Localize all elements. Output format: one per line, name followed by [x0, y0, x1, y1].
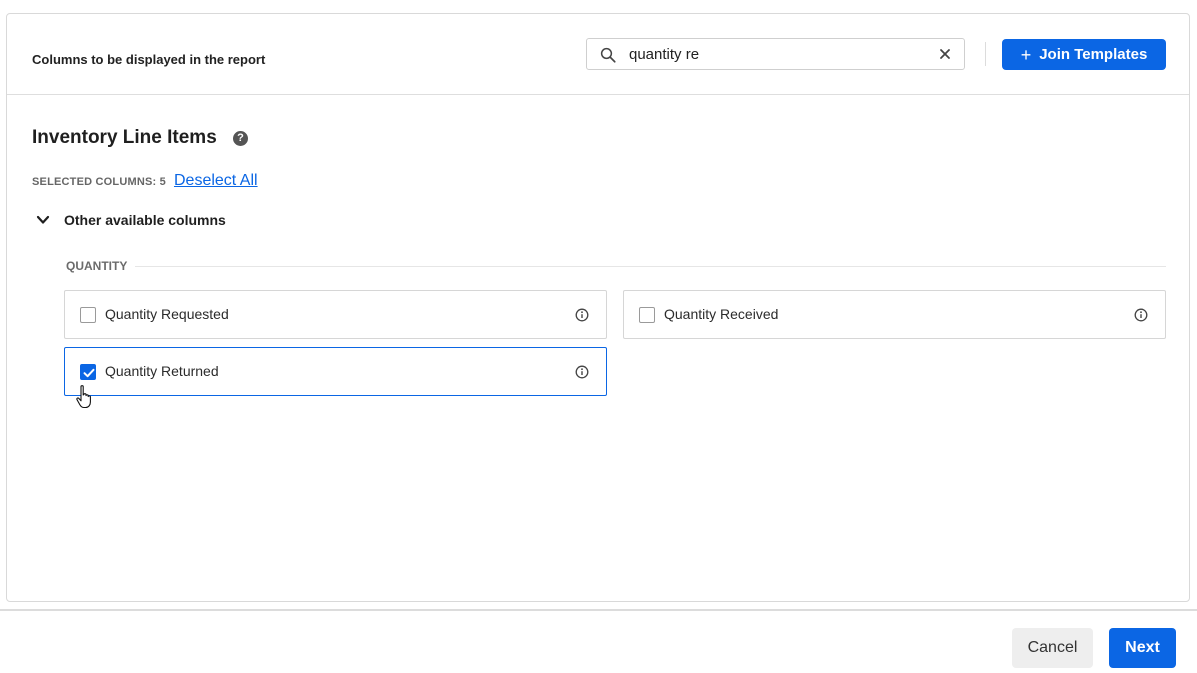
column-option-label: Quantity Returned [105, 363, 219, 379]
group-label: QUANTITY [66, 259, 136, 273]
info-icon[interactable] [1134, 308, 1148, 322]
expander-label: Other available columns [64, 212, 226, 228]
selected-columns-row: SELECTED COLUMNS: 5 Deselect All [32, 172, 258, 190]
checkbox-checked[interactable] [80, 364, 96, 380]
column-option-quantity-requested[interactable]: Quantity Requested [64, 290, 607, 339]
footer-bar: Cancel Next [0, 609, 1197, 673]
help-icon[interactable]: ? [233, 131, 248, 146]
next-button[interactable]: Next [1109, 628, 1176, 668]
column-option-quantity-received[interactable]: Quantity Received [623, 290, 1166, 339]
panel-header: Columns to be displayed in the report + … [7, 14, 1189, 95]
close-icon[interactable] [938, 47, 952, 61]
info-icon[interactable] [575, 365, 589, 379]
checkbox[interactable] [639, 307, 655, 323]
section-title: Inventory Line Items [32, 127, 217, 148]
search-box[interactable] [586, 38, 965, 70]
cancel-button[interactable]: Cancel [1012, 628, 1093, 668]
header-title: Columns to be displayed in the report [32, 52, 266, 67]
column-option-quantity-returned[interactable]: Quantity Returned [64, 347, 607, 396]
search-input[interactable] [629, 43, 929, 65]
join-templates-button[interactable]: + Join Templates [1002, 39, 1166, 70]
group-header: QUANTITY [66, 259, 1166, 273]
search-icon [600, 47, 616, 63]
other-columns-expander[interactable]: Other available columns [36, 212, 226, 228]
columns-panel: Columns to be displayed in the report + … [6, 13, 1190, 602]
checkbox[interactable] [80, 307, 96, 323]
column-option-label: Quantity Received [664, 306, 779, 322]
group-divider [66, 266, 1166, 267]
checkmark-icon [83, 368, 95, 378]
header-divider [985, 42, 986, 66]
join-templates-label: Join Templates [1039, 46, 1148, 63]
deselect-all-link[interactable]: Deselect All [174, 172, 258, 190]
info-icon[interactable] [575, 308, 589, 322]
plus-icon: + [1020, 44, 1032, 65]
chevron-down-icon [36, 215, 50, 224]
column-option-label: Quantity Requested [105, 306, 229, 322]
selected-columns-count: SELECTED COLUMNS: 5 [32, 176, 166, 188]
